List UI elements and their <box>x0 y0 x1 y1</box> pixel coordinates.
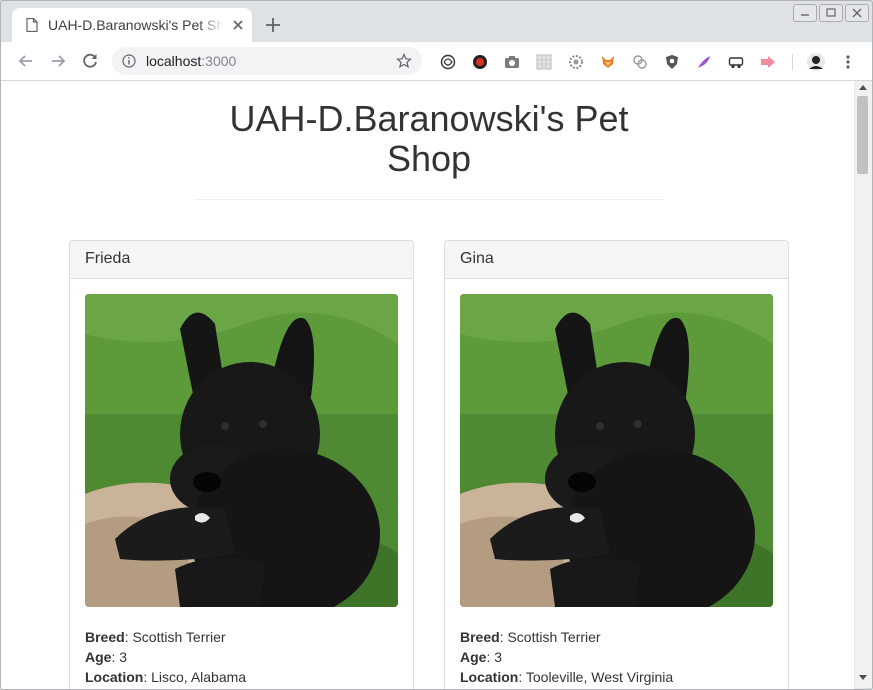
star-icon[interactable] <box>396 53 412 69</box>
pet-card: Gina Breed: Scottish Terrier Age: 3 Loca… <box>444 240 789 689</box>
browser-toolbar: localhost:3000 <box>0 42 873 81</box>
minimize-button[interactable] <box>793 4 817 22</box>
breed-label: Breed <box>85 629 125 645</box>
vertical-scrollbar[interactable] <box>854 81 872 688</box>
age-label: Age <box>460 649 487 665</box>
pet-card-header: Gina <box>445 241 788 279</box>
page-viewport: UAH-D.Baranowski's Pet Shop Frieda Breed… <box>1 81 854 689</box>
back-icon[interactable] <box>16 51 36 71</box>
scroll-down-arrow-icon[interactable] <box>859 675 867 680</box>
close-icon[interactable] <box>230 17 246 33</box>
page-title: UAH-D.Baranowski's Pet Shop <box>229 98 629 179</box>
pet-location: Location: Lisco, Alabama <box>85 667 246 687</box>
feather-ext-icon[interactable] <box>696 54 712 70</box>
address-bar[interactable]: localhost:3000 <box>112 47 422 75</box>
title-divider <box>194 199 664 200</box>
location-label: Location <box>460 669 519 685</box>
spiral-ext-icon[interactable] <box>440 54 456 70</box>
camera-ext-icon[interactable] <box>504 54 520 70</box>
breed-value: Scottish Terrier <box>132 629 226 645</box>
pet-age: Age: 3 <box>85 647 127 667</box>
info-icon[interactable] <box>122 54 136 68</box>
browser-tab[interactable]: UAH-D.Baranowski's Pet Shop <box>12 8 252 42</box>
url-host: localhost <box>146 53 202 69</box>
pet-name: Frieda <box>85 250 131 267</box>
breed-label: Breed <box>460 629 500 645</box>
page-icon <box>26 18 38 32</box>
menu-dots-icon[interactable] <box>840 54 856 70</box>
profile-avatar[interactable] <box>806 52 826 72</box>
pet-name: Gina <box>460 250 494 267</box>
location-value: Lisco, Alabama <box>151 669 247 685</box>
reload-icon[interactable] <box>80 51 100 71</box>
links-ext-icon[interactable] <box>632 54 648 70</box>
age-label: Age <box>85 649 112 665</box>
url-text: localhost:3000 <box>146 53 236 69</box>
scroll-up-arrow-icon[interactable] <box>859 85 867 90</box>
url-port: :3000 <box>201 53 237 69</box>
pet-photo <box>460 294 773 607</box>
pet-breed: Breed: Scottish Terrier <box>85 627 226 647</box>
pet-card-header: Frieda <box>70 241 413 279</box>
breed-value: Scottish Terrier <box>507 629 601 645</box>
window-close-icon <box>852 8 862 18</box>
pet-card: Frieda Breed: Scottish Terrier Age: 3 Lo… <box>69 240 414 689</box>
pet-breed: Breed: Scottish Terrier <box>460 627 601 647</box>
forward-icon[interactable] <box>48 51 68 71</box>
age-value: 3 <box>119 649 128 665</box>
separator: : <box>143 669 152 685</box>
pet-location: Location: Tooleville, West Virginia <box>460 667 673 687</box>
tab-title: UAH-D.Baranowski's Pet Shop <box>48 17 228 33</box>
fox-ext-icon[interactable] <box>600 54 616 70</box>
toolbar-separator <box>792 54 793 70</box>
arrow-ext-icon[interactable] <box>760 54 776 70</box>
pet-age: Age: 3 <box>460 647 502 667</box>
scroll-thumb[interactable] <box>857 96 868 174</box>
age-value: 3 <box>494 649 503 665</box>
tab-strip: UAH-D.Baranowski's Pet Shop <box>0 0 873 42</box>
window-close-button[interactable] <box>845 4 869 22</box>
shield-ext-icon[interactable] <box>664 54 680 70</box>
gear-ext-icon[interactable] <box>568 54 584 70</box>
pet-photo <box>85 294 398 607</box>
red-circle-ext-icon[interactable] <box>472 54 488 70</box>
new-tab-icon[interactable] <box>264 16 282 34</box>
car-ext-icon[interactable] <box>728 54 744 70</box>
maximize-button[interactable] <box>819 4 843 22</box>
grid-ext-icon[interactable] <box>536 54 552 70</box>
location-label: Location <box>85 669 144 685</box>
maximize-icon <box>826 8 836 17</box>
separator: : <box>518 669 526 685</box>
location-value: Tooleville, West Virginia <box>525 669 674 685</box>
minimize-icon <box>801 14 809 16</box>
